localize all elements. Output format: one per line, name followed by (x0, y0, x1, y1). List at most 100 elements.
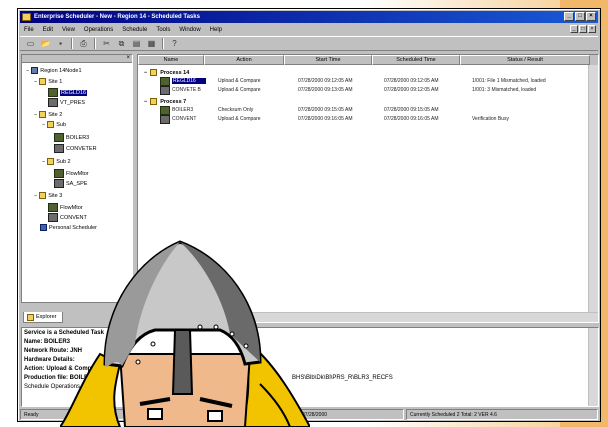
group-row[interactable]: − Process 7 (144, 98, 186, 105)
explorer-icon (27, 313, 34, 321)
device-icon (48, 98, 58, 107)
tree-node-label: Sub 2 (56, 158, 71, 165)
cell-action: Upload & Compare (218, 116, 261, 122)
device-icon (48, 88, 58, 97)
menu-operations[interactable]: Operations (84, 27, 113, 33)
table-row[interactable]: CONVENT Upload & Compare 07/28/2000 09:1… (138, 115, 588, 124)
column-header-status[interactable]: Status / Result (460, 55, 590, 65)
expand-icon[interactable]: − (26, 68, 29, 74)
menu-window[interactable]: Window (179, 27, 200, 33)
column-header-name[interactable]: Name (138, 55, 204, 65)
expand-icon[interactable]: − (42, 159, 45, 165)
cell-action: Upload & Compare (218, 87, 261, 93)
mdi-minimize-button[interactable]: _ (570, 25, 578, 33)
device-icon (54, 179, 64, 188)
table-row[interactable]: CONVETE B Upload & Compare 07/28/2000 09… (138, 86, 588, 95)
group-label: Process 14 (160, 69, 190, 76)
folder-icon (39, 192, 47, 199)
tab-label: Explorer (36, 314, 57, 320)
group-row[interactable]: − Process 14 (144, 69, 189, 76)
menu-edit[interactable]: Edit (43, 27, 53, 33)
tree-node-site1[interactable]: − Site 1 (34, 78, 62, 85)
device-icon (160, 77, 170, 86)
minimize-button[interactable]: _ (564, 12, 574, 21)
table-row[interactable]: BOILER3 Checksum Only 07/28/2000 09:15:0… (138, 106, 588, 115)
tree-node-device[interactable]: REGLD16 (48, 88, 88, 97)
expand-icon[interactable]: − (34, 193, 37, 199)
tree-node-sub2[interactable]: − Sub 2 (42, 158, 71, 165)
tree-node-label: CONVENT (60, 214, 87, 221)
cell-start-time: 07/28/2000 09:16:05 AM (298, 116, 353, 122)
menu-bar: File Edit View Operations Schedule Tools… (20, 24, 598, 35)
expand-icon[interactable]: − (34, 112, 37, 118)
close-button[interactable]: × (586, 12, 596, 21)
menu-view[interactable]: View (62, 27, 75, 33)
new-icon[interactable]: ▭ (24, 38, 37, 50)
print-icon[interactable]: ⎙ (77, 38, 90, 50)
mdi-restore-button[interactable]: □ (579, 25, 587, 33)
list-header: Name Action Start Time Scheduled Time St… (138, 55, 598, 65)
cell-status: 1/001: File 1 Mismatched, loaded (472, 78, 546, 84)
detail-vertical-scrollbar[interactable] (588, 328, 598, 406)
paste-icon[interactable]: ▤ (130, 38, 143, 50)
tree-node-device[interactable]: FlowMtor (54, 169, 89, 178)
cut-icon[interactable]: ✂ (100, 38, 113, 50)
tree-node-label: REGLD16 (60, 89, 88, 96)
tree-node-label: Site 2 (48, 111, 63, 118)
tree-node-site2[interactable]: − Site 2 (34, 111, 62, 118)
tree-node-device[interactable]: SA_SPE (54, 179, 87, 188)
tree-node-sub[interactable]: − Sub (42, 121, 66, 128)
tree-node-label: BOILER3 (66, 134, 90, 141)
cell-action: Upload & Compare (218, 78, 261, 84)
properties-icon[interactable]: ▦ (145, 38, 158, 50)
tab-explorer[interactable]: Explorer (23, 312, 63, 323)
open-icon[interactable]: 📂 (39, 38, 52, 50)
tree-node-site3[interactable]: − Site 3 (34, 192, 62, 199)
column-header-start-time[interactable]: Start Time (284, 55, 372, 65)
menu-tools[interactable]: Tools (156, 27, 170, 33)
column-header-action[interactable]: Action (204, 55, 284, 65)
mdi-close-button[interactable]: × (588, 25, 596, 33)
tree-node-device[interactable]: FlowMtor (48, 203, 83, 212)
expand-icon[interactable]: − (144, 99, 147, 105)
expand-icon[interactable]: − (34, 79, 37, 85)
tree-node-device[interactable]: VT_PRES (48, 98, 85, 107)
cell-start-time: 07/28/2000 09:15:05 AM (298, 107, 353, 113)
tree-node-device[interactable]: CONVETER (54, 144, 97, 153)
tree-node-device[interactable]: CONVENT (48, 213, 87, 222)
expand-icon[interactable]: − (144, 70, 147, 76)
cell-name: BOILER3 (172, 107, 194, 113)
column-header-scheduled-time[interactable]: Scheduled Time (372, 55, 460, 65)
tree-node-label: FlowMtor (60, 204, 83, 211)
cell-action: Checksum Only (218, 107, 254, 113)
folder-icon (47, 158, 55, 165)
maximize-button[interactable]: □ (575, 12, 585, 21)
folder-icon (47, 121, 55, 128)
help-icon[interactable]: ? (168, 38, 181, 50)
app-icon (22, 13, 31, 21)
status-schedule-info: Currently Scheduled 2 Total: 2 VER 4.6 (406, 409, 598, 420)
expand-icon[interactable]: − (42, 122, 45, 128)
tree-node-device[interactable]: BOILER3 (54, 133, 89, 142)
save-icon[interactable]: ▪ (54, 38, 67, 50)
menu-file[interactable]: File (24, 27, 34, 33)
tree-node-label: Site 3 (48, 192, 63, 199)
copy-icon[interactable]: ⧉ (115, 38, 128, 50)
menu-schedule[interactable]: Schedule (122, 27, 147, 33)
cell-scheduled-time: 07/28/2000 09:15:05 AM (384, 107, 439, 113)
mdi-controls: _ □ × (570, 25, 596, 33)
table-row[interactable]: REGLD16 Upload & Compare 07/28/2000 09:1… (138, 77, 588, 86)
tree-node-region[interactable]: − Region 14Node1 (26, 67, 82, 74)
device-icon (160, 115, 170, 124)
device-icon (48, 203, 58, 212)
tree-node-label: FlowMtor (66, 170, 89, 177)
close-icon[interactable]: × (126, 55, 130, 61)
toolbar-separator (71, 38, 73, 49)
tree-header: × (22, 55, 132, 63)
tree-node-personal[interactable]: Personal Scheduler (40, 224, 97, 231)
cell-status: Verification Busy (472, 116, 509, 122)
menu-help[interactable]: Help (210, 27, 222, 33)
folder-icon (39, 111, 47, 118)
list-vertical-scrollbar[interactable] (588, 65, 598, 312)
tree-node-label: Personal Scheduler (49, 224, 98, 231)
